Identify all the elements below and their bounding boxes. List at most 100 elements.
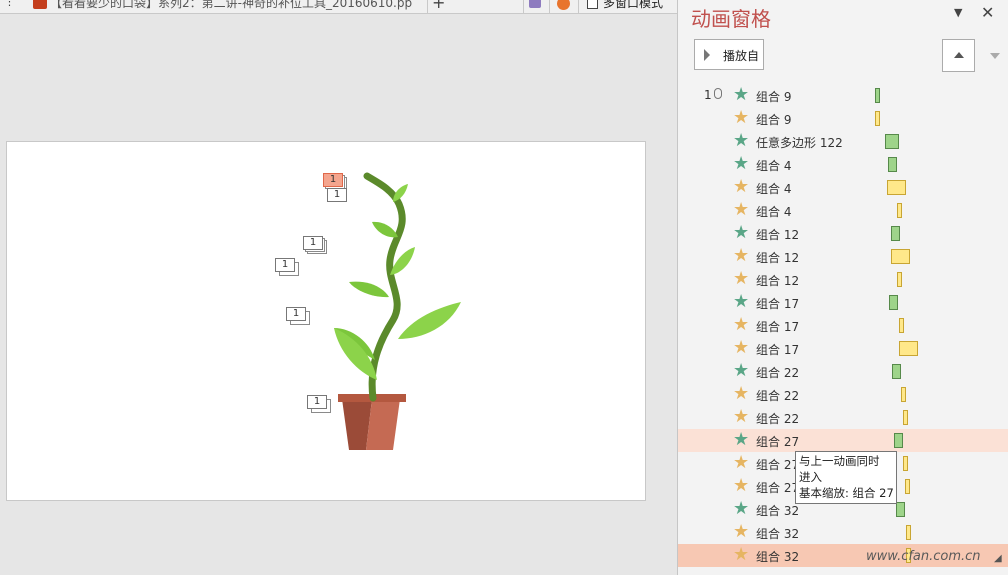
timing-bar[interactable] [891,249,910,264]
animation-object-name: 组合 12 [756,251,800,265]
document-tab[interactable]: 【看看要少的口袋】系列2：第二讲-神奇的补位工具_20160610.pp [50,0,412,11]
animation-object-name: 组合 4 [756,205,792,219]
animation-row[interactable]: ★ 组合 12 [678,245,1008,268]
arrow-up-icon [954,52,964,58]
timing-bar[interactable] [903,456,908,471]
emphasis-star-icon: ★ [733,452,750,473]
tab-divider [427,0,428,13]
animation-row[interactable]: ★ 组合 4 [678,153,1008,176]
emphasis-star-icon: ★ [733,268,750,289]
animation-row[interactable]: ★ 组合 17 [678,314,1008,337]
animation-object-name: 组合 17 [756,343,800,357]
timing-bar[interactable] [899,318,904,333]
animation-order-tag[interactable]: 1 [323,173,347,191]
emphasis-star-icon: ★ [733,544,750,565]
animation-order-tag[interactable]: 1 [307,395,331,413]
timing-bar[interactable] [905,479,910,494]
timing-bar[interactable] [889,295,898,310]
animation-painter-icon[interactable] [529,0,541,8]
timing-bar[interactable] [891,226,900,241]
leaf [349,281,389,298]
tooltip-line: 与上一动画同时 [799,454,880,468]
emphasis-star-icon: ★ [733,406,750,427]
animation-object-name: 组合 22 [756,412,800,426]
animation-object-name: 组合 9 [756,90,792,104]
play-from-button[interactable]: 播放自 [694,39,764,70]
entrance-star-icon: ★ [733,360,750,381]
entrance-star-icon: ★ [733,153,750,174]
multiwindow-checkbox[interactable] [587,0,598,9]
play-from-label: 播放自 [723,49,760,63]
mouse-click-icon [714,88,722,99]
animation-row[interactable]: ★ 组合 4 [678,199,1008,222]
animation-row[interactable]: ★ 组合 17 [678,337,1008,360]
animation-row[interactable]: ★ 组合 32 [678,521,1008,544]
entrance-star-icon: ★ [733,291,750,312]
animation-order-tag[interactable]: 1 [286,307,310,325]
multiwindow-label[interactable]: 多窗口模式 [603,0,663,11]
timing-bar[interactable] [875,88,880,103]
timing-bar[interactable] [903,410,908,425]
animation-object-name: 组合 22 [756,366,800,380]
timing-bar[interactable] [906,525,911,540]
animation-row[interactable]: ★ 组合 4 [678,176,1008,199]
emphasis-star-icon: ★ [733,337,750,358]
animation-row[interactable]: ★ 组合 17 [678,291,1008,314]
animation-object-name: 组合 17 [756,320,800,334]
entrance-star-icon: ★ [733,498,750,519]
entrance-star-icon: ★ [733,130,750,151]
animation-order-tag[interactable]: 1 [275,258,299,276]
timing-bar[interactable] [892,364,901,379]
animation-order-tag[interactable]: 1 [303,236,327,254]
emphasis-star-icon: ★ [733,107,750,128]
animation-row[interactable]: ★ 组合 12 [678,222,1008,245]
timing-bar[interactable] [888,157,897,172]
animation-row[interactable]: ★ 组合 12 [678,268,1008,291]
resize-grip-icon[interactable]: ◢ [994,553,1002,564]
entrance-star-icon: ★ [733,84,750,105]
timing-bar[interactable] [887,180,906,195]
pane-menu-icon[interactable]: ▼ [954,6,962,19]
tab-divider [578,0,579,13]
animation-object-name: 组合 27 [756,435,800,449]
animation-row[interactable]: 1 ★ 组合 9 [678,84,1008,107]
timing-bar[interactable] [899,341,918,356]
animation-row[interactable]: ★ 组合 27 [678,429,1008,452]
leaf [398,302,461,339]
animation-row[interactable]: ★ 组合 9 [678,107,1008,130]
animation-object-name: 组合 4 [756,159,792,173]
flower-pot-shadow [366,399,400,450]
close-icon[interactable]: ✕ [981,3,994,22]
overflow-menu-icon[interactable]: ⋮ [4,0,15,8]
move-down-button[interactable] [981,39,1008,72]
animation-object-name: 组合 9 [756,113,792,127]
animation-object-name: 组合 32 [756,550,800,564]
powerpoint-icon [33,0,47,9]
animation-order-tag[interactable]: 1 [327,188,347,202]
timing-bar[interactable] [897,203,902,218]
emphasis-star-icon: ★ [733,176,750,197]
animation-row[interactable]: ★ 组合 22 [678,383,1008,406]
animation-index: 1 [704,88,712,102]
entrance-star-icon: ★ [733,429,750,450]
timing-bar[interactable] [897,272,902,287]
timing-bar[interactable] [901,387,906,402]
animation-object-name: 组合 32 [756,527,800,541]
move-up-button[interactable] [942,39,975,72]
tooltip-line: 基本缩放: 组合 27 [799,486,894,500]
animation-row[interactable]: ★ 任意多边形 122 [678,130,1008,153]
timing-bar[interactable] [875,111,880,126]
new-tab-button[interactable]: + [432,0,445,12]
slide-canvas[interactable]: 1 1 1 1 1 1 [6,141,646,501]
emphasis-star-icon: ★ [733,383,750,404]
tab-divider [549,0,550,13]
timing-bar[interactable] [894,433,903,448]
animation-object-name: 组合 27 [756,481,800,495]
settings-icon[interactable] [557,0,570,10]
timing-bar[interactable] [885,134,899,149]
animation-row[interactable]: ★ 组合 22 [678,406,1008,429]
play-icon [704,49,710,61]
emphasis-star-icon: ★ [733,245,750,266]
timing-bar[interactable] [896,502,905,517]
animation-row[interactable]: ★ 组合 22 [678,360,1008,383]
